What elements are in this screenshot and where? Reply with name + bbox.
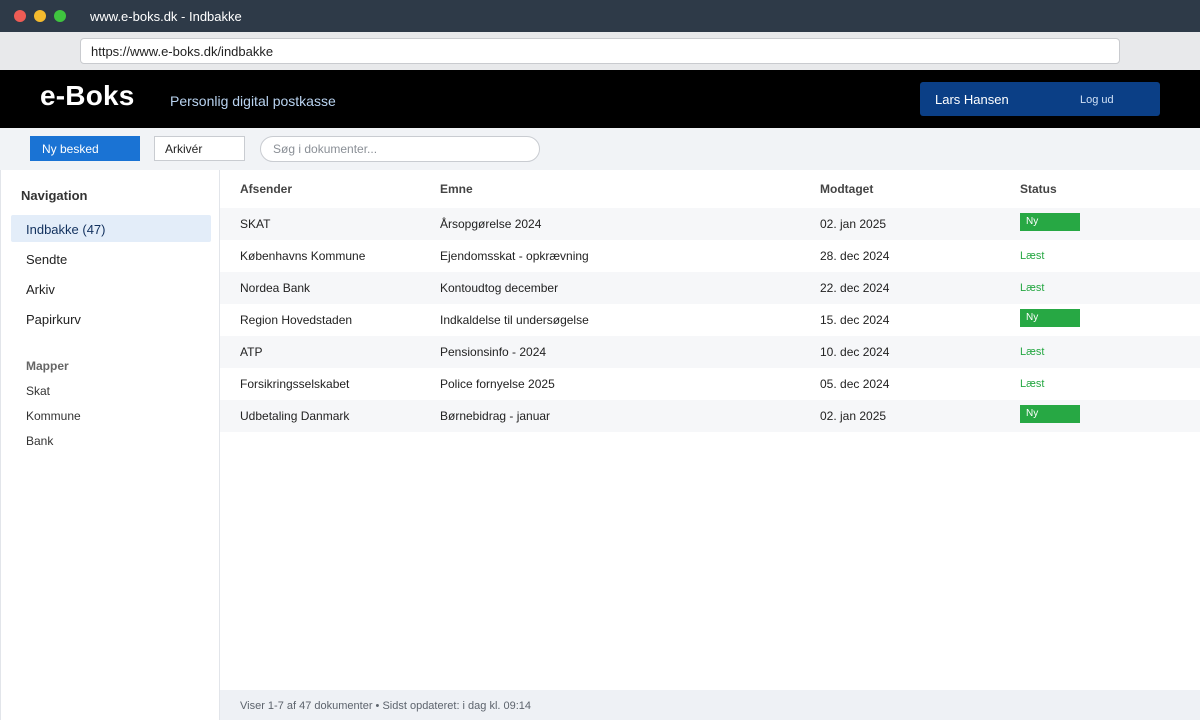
cell-subject: Børnebidrag - januar (440, 409, 551, 423)
cell-sender: SKAT (240, 217, 271, 231)
cell-subject: Pensionsinfo - 2024 (440, 345, 547, 359)
cell-received: 02. jan 2025 (820, 409, 887, 423)
sidebar-item-sent[interactable]: Sendte (11, 245, 211, 272)
cell-received: 22. dec 2024 (820, 281, 890, 295)
cell-sender: ATP (240, 345, 263, 359)
close-window-icon[interactable] (14, 10, 26, 22)
column-header-status[interactable]: Status (1020, 182, 1057, 196)
status-read: Læst (1020, 378, 1045, 390)
cell-received: 15. dec 2024 (820, 313, 890, 327)
cell-received: 10. dec 2024 (820, 345, 890, 359)
column-header-subject[interactable]: Emne (440, 182, 473, 196)
address-bar-area: https://www.e-boks.dk/indbakke (0, 32, 1200, 70)
tagline: Personlig digital postkasse (170, 93, 336, 109)
window-title: www.e-boks.dk - Indbakke (90, 9, 242, 24)
table-row[interactable]: Københavns Kommune Ejendomsskat - opkræv… (220, 240, 1200, 272)
status-bar: Viser 1-7 af 47 dokumenter • Sidst opdat… (220, 690, 1200, 720)
cell-sender: Københavns Kommune (240, 249, 366, 263)
table-row[interactable]: ATP Pensionsinfo - 2024 10. dec 2024 Læs… (220, 336, 1200, 368)
search-input[interactable] (260, 136, 540, 162)
cell-received: 28. dec 2024 (820, 249, 890, 263)
table-row[interactable]: Nordea Bank Kontoudtog december 22. dec … (220, 272, 1200, 304)
cell-subject: Police fornyelse 2025 (440, 377, 555, 391)
table-header: Afsender Emne Modtaget Status (220, 170, 1200, 208)
column-header-sender[interactable]: Afsender (240, 182, 292, 196)
archive-button[interactable]: Arkivér (154, 136, 245, 161)
status-badge-new: Ny (1020, 309, 1080, 327)
cell-sender: Udbetaling Danmark (240, 409, 350, 423)
status-read: Læst (1020, 282, 1045, 294)
sidebar-item-archive[interactable]: Arkiv (11, 275, 211, 302)
toolbar: Ny besked Arkivér (0, 128, 1200, 170)
status-read: Læst (1020, 250, 1045, 262)
sidebar-item-trash[interactable]: Papirkurv (11, 305, 211, 332)
table-row[interactable]: SKAT Årsopgørelse 2024 02. jan 2025 Ny (220, 208, 1200, 240)
folder-item-bank[interactable]: Bank (26, 434, 53, 448)
cell-received: 05. dec 2024 (820, 377, 890, 391)
cell-sender: Region Hovedstaden (240, 313, 353, 327)
maximize-window-icon[interactable] (54, 10, 66, 22)
cell-subject: Årsopgørelse 2024 (440, 217, 542, 231)
user-name: Lars Hansen (935, 92, 1009, 107)
cell-sender: Forsikringsselskabet (240, 377, 350, 391)
logout-link[interactable]: Log ud (1080, 94, 1114, 106)
folders-heading: Mapper (26, 359, 69, 373)
sidebar-item-inbox[interactable]: Indbakke (47) (11, 215, 211, 242)
cell-subject: Kontoudtog december (440, 281, 559, 295)
window-titlebar: www.e-boks.dk - Indbakke (0, 0, 1200, 32)
navigation-heading: Navigation (21, 188, 88, 203)
cell-sender: Nordea Bank (240, 281, 311, 295)
table-row[interactable]: Region Hovedstaden Indkaldelse til under… (220, 304, 1200, 336)
folder-item-kommune[interactable]: Kommune (26, 409, 81, 423)
folder-item-skat[interactable]: Skat (26, 384, 50, 398)
table-row[interactable]: Forsikringsselskabet Police fornyelse 20… (220, 368, 1200, 400)
status-badge-new: Ny (1020, 213, 1080, 231)
url-field[interactable]: https://www.e-boks.dk/indbakke (80, 38, 1120, 64)
user-panel: Lars Hansen Log ud (920, 82, 1160, 116)
status-badge-new: Ny (1020, 405, 1080, 423)
minimize-window-icon[interactable] (34, 10, 46, 22)
new-message-button[interactable]: Ny besked (30, 136, 140, 161)
cell-subject: Indkaldelse til undersøgelse (440, 313, 589, 327)
cell-subject: Ejendomsskat - opkrævning (440, 249, 589, 263)
document-list: Afsender Emne Modtaget Status SKAT Årsop… (220, 170, 1200, 690)
app-header: e-Boks Personlig digital postkasse Lars … (0, 70, 1200, 128)
status-text: Viser 1-7 af 47 dokumenter • Sidst opdat… (240, 700, 532, 712)
table-row[interactable]: Udbetaling Danmark Børnebidrag - januar … (220, 400, 1200, 432)
logo[interactable]: e-Boks (40, 80, 135, 112)
cell-received: 02. jan 2025 (820, 217, 887, 231)
sidebar: Navigation Indbakke (47) Sendte Arkiv Pa… (0, 170, 220, 720)
column-header-received[interactable]: Modtaget (820, 182, 873, 196)
status-read: Læst (1020, 346, 1045, 358)
